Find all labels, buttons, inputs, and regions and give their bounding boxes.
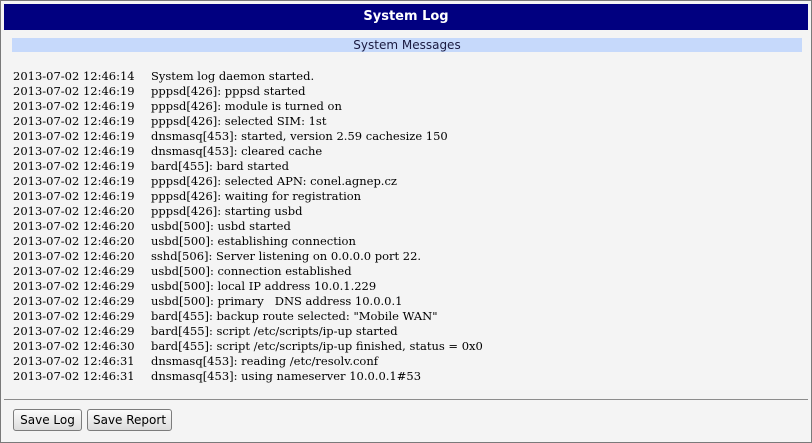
log-timestamp: 2013-07-02 12:46:14: [13, 69, 135, 83]
log-message: dnsmasq[453]: reading /etc/resolv.conf: [151, 354, 379, 368]
log-message: dnsmasq[453]: using nameserver 10.0.0.1#…: [151, 369, 422, 383]
log-line: 2013-07-02 12:46:20 sshd[506]: Server lis…: [13, 249, 803, 264]
log-line: 2013-07-02 12:46:20 usbd[500]: usbd start…: [13, 219, 803, 234]
log-message: bard[455]: script /etc/scripts/ip-up fin…: [151, 339, 483, 353]
window-title: System Log: [4, 4, 808, 30]
log-message: pppsd[426]: selected APN: conel.agnep.cz: [151, 174, 397, 188]
log-line: 2013-07-02 12:46:29 usbd[500]: local IP a…: [13, 279, 803, 294]
log-message: usbd[500]: usbd started: [151, 219, 291, 233]
log-line: 2013-07-02 12:46:19 pppsd[426]: selected …: [13, 114, 803, 129]
log-timestamp: 2013-07-02 12:46:19: [13, 174, 135, 188]
log-message: sshd[506]: Server listening on 0.0.0.0 p…: [151, 249, 422, 263]
log-line: 2013-07-02 12:46:20 usbd[500]: establishi…: [13, 234, 803, 249]
log-line: 2013-07-02 12:46:19 pppsd[426]: selected …: [13, 174, 803, 189]
log-line: 2013-07-02 12:46:29 bard[455]: script /et…: [13, 324, 803, 339]
log-line: 2013-07-02 12:46:19 pppsd[426]: pppsd sta…: [13, 84, 803, 99]
log-message: bard[455]: bard started: [151, 159, 289, 173]
log-line: 2013-07-02 12:46:19 dnsmasq[453]: started…: [13, 129, 803, 144]
log-message: pppsd[426]: starting usbd: [151, 204, 303, 218]
log-timestamp: 2013-07-02 12:46:31: [13, 369, 135, 383]
log-timestamp: 2013-07-02 12:46:19: [13, 144, 135, 158]
log-timestamp: 2013-07-02 12:46:29: [13, 309, 135, 323]
log-timestamp: 2013-07-02 12:46:29: [13, 294, 135, 308]
log-timestamp: 2013-07-02 12:46:19: [13, 114, 135, 128]
log-timestamp: 2013-07-02 12:46:20: [13, 249, 135, 263]
log-line: 2013-07-02 12:46:29 usbd[500]: primary DN…: [13, 294, 803, 309]
log-message: usbd[500]: establishing connection: [151, 234, 356, 248]
log-messages[interactable]: 2013-07-02 12:46:14 System log daemon sta…: [13, 69, 803, 399]
log-timestamp: 2013-07-02 12:46:19: [13, 129, 135, 143]
log-timestamp: 2013-07-02 12:46:19: [13, 159, 135, 173]
log-timestamp: 2013-07-02 12:46:29: [13, 279, 135, 293]
log-message: pppsd[426]: selected SIM: 1st: [151, 114, 327, 128]
log-timestamp: 2013-07-02 12:46:20: [13, 219, 135, 233]
log-line: 2013-07-02 12:46:19 pppsd[426]: waiting f…: [13, 189, 803, 204]
log-line: 2013-07-02 12:46:19 pppsd[426]: module is…: [13, 99, 803, 114]
content-panel: System Messages 2013-07-02 12:46:14 Syste…: [4, 32, 808, 439]
log-message: System log daemon started.: [151, 69, 315, 83]
log-message: dnsmasq[453]: started, version 2.59 cach…: [151, 129, 448, 143]
log-line: 2013-07-02 12:46:14 System log daemon sta…: [13, 69, 803, 84]
save-report-button[interactable]: Save Report: [87, 409, 172, 431]
log-line: 2013-07-02 12:46:31 dnsmasq[453]: reading…: [13, 354, 803, 369]
save-log-button[interactable]: Save Log: [13, 409, 82, 431]
log-message: pppsd[426]: pppsd started: [151, 84, 306, 98]
log-line: 2013-07-02 12:46:30 bard[455]: script /et…: [13, 339, 803, 354]
log-message: usbd[500]: connection established: [151, 264, 352, 278]
system-log-window: System Log System Messages 2013-07-02 12…: [0, 0, 812, 443]
log-timestamp: 2013-07-02 12:46:20: [13, 204, 135, 218]
log-timestamp: 2013-07-02 12:46:19: [13, 189, 135, 203]
log-timestamp: 2013-07-02 12:46:31: [13, 354, 135, 368]
log-line: 2013-07-02 12:46:31 dnsmasq[453]: using n…: [13, 369, 803, 384]
log-timestamp: 2013-07-02 12:46:29: [13, 264, 135, 278]
log-timestamp: 2013-07-02 12:46:19: [13, 84, 135, 98]
log-message: dnsmasq[453]: cleared cache: [151, 144, 323, 158]
divider: [4, 399, 808, 400]
log-message: bard[455]: script /etc/scripts/ip-up sta…: [151, 324, 398, 338]
log-timestamp: 2013-07-02 12:46:20: [13, 234, 135, 248]
section-title: System Messages: [12, 38, 802, 52]
log-message: bard[455]: backup route selected: "Mobil…: [151, 309, 438, 323]
log-timestamp: 2013-07-02 12:46:29: [13, 324, 135, 338]
log-message: pppsd[426]: waiting for registration: [151, 189, 362, 203]
log-message: usbd[500]: primary DNS address 10.0.0.1: [151, 294, 403, 308]
log-line: 2013-07-02 12:46:29 usbd[500]: connection…: [13, 264, 803, 279]
log-line: 2013-07-02 12:46:19 dnsmasq[453]: cleared…: [13, 144, 803, 159]
log-timestamp: 2013-07-02 12:46:30: [13, 339, 135, 353]
log-message: usbd[500]: local IP address 10.0.1.229: [151, 279, 377, 293]
log-timestamp: 2013-07-02 12:46:19: [13, 99, 135, 113]
log-line: 2013-07-02 12:46:29 bard[455]: backup rou…: [13, 309, 803, 324]
log-line: 2013-07-02 12:46:20 pppsd[426]: starting …: [13, 204, 803, 219]
log-message: pppsd[426]: module is turned on: [151, 99, 342, 113]
log-line: 2013-07-02 12:46:19 bard[455]: bard start…: [13, 159, 803, 174]
